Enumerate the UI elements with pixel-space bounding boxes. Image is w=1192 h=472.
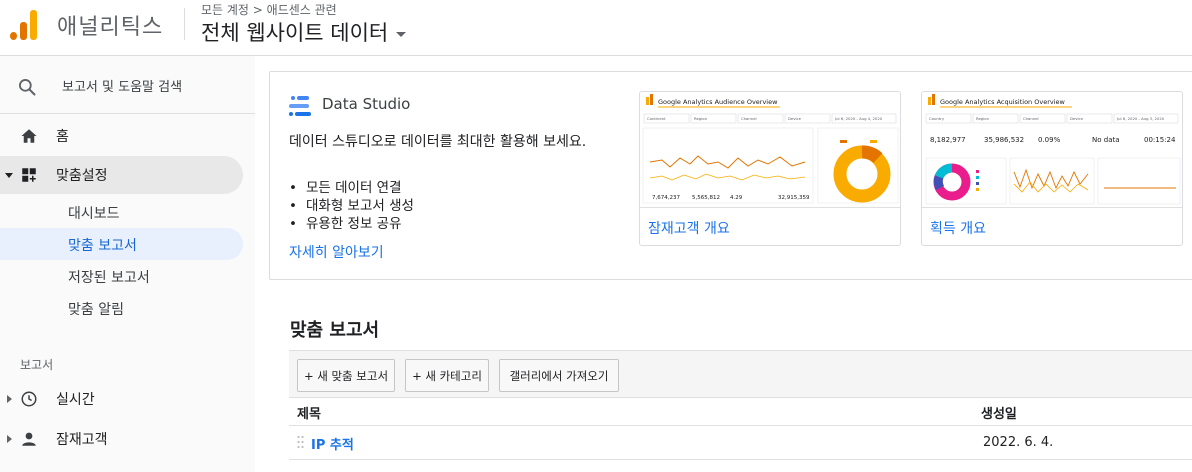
template-caption: 잠재고객 개요 <box>648 221 730 237</box>
template-acquisition-overview[interactable]: Google Analytics Acquisition Overview Co… <box>921 91 1183 246</box>
report-created-date: 2022. 6. 4. <box>983 435 1054 450</box>
preview-filter: Continent <box>647 116 666 121</box>
import-from-gallery-button[interactable]: 갤러리에서 가져오기 <box>499 359 619 392</box>
data-studio-bullets: 모든 데이터 연결 대화형 보고서 생성 유용한 정보 공유 <box>289 179 414 233</box>
list-item: 대화형 보고서 생성 <box>289 197 414 215</box>
learn-more-link[interactable]: 자세히 알아보기 <box>289 242 384 262</box>
search-label: 보고서 및 도움말 검색 <box>62 80 183 95</box>
sidebar-subitem-custom-alerts[interactable]: 맞춤 알림 <box>0 292 243 324</box>
preview-stat: 00:15:24 <box>1144 136 1176 144</box>
home-icon <box>21 129 37 143</box>
sidebar-item-customization[interactable]: 맞춤설정 <box>0 156 243 194</box>
clock-icon <box>21 391 37 407</box>
preview-filter: Device <box>1070 116 1084 121</box>
data-studio-title: Data Studio <box>322 95 411 113</box>
sidebar: 보고서 및 도움말 검색 홈 맞춤설정 대시보드 맞춤 보고서 저장된 보고서 … <box>0 56 255 472</box>
preview-filter: Country <box>929 116 945 121</box>
analytics-logo-icon[interactable] <box>10 8 38 40</box>
column-header-title[interactable]: 제목 <box>297 403 321 422</box>
sidebar-item-home[interactable]: 홈 <box>0 117 243 155</box>
preview-date-range: Jul 6, 2020 - Aug 3, 2020 <box>1116 116 1165 121</box>
top-header: 애널리틱스 모든 계정 > 애드센스 관련 전체 웹사이트 데이터 <box>0 0 1192 56</box>
list-item: 유용한 정보 공유 <box>289 215 414 233</box>
preview-stat: 35,986,532 <box>984 136 1024 144</box>
preview-stat: 7,674,237 <box>652 195 680 201</box>
drag-handle-icon[interactable] <box>297 435 304 449</box>
sidebar-item-label: 잠재고객 <box>56 432 108 448</box>
column-header-created[interactable]: 생성일 <box>981 403 1017 422</box>
preview-stat: 0.09% <box>1038 136 1061 144</box>
header-divider <box>184 8 185 40</box>
preview-filter: Channel <box>1023 116 1039 121</box>
person-icon <box>22 432 36 446</box>
reports-table-header: 제목 생성일 <box>289 398 1192 426</box>
preview-stat: 32,915,359 <box>778 195 810 201</box>
preview-filter: Region <box>694 116 708 121</box>
data-studio-card: Data Studio 데이터 스튜디오로 데이터를 최대한 활용해 보세요. … <box>269 71 1192 280</box>
expand-arrow-icon <box>5 173 13 178</box>
view-selector[interactable]: 전체 웹사이트 데이터 <box>201 17 407 47</box>
sidebar-item-label: 맞춤설정 <box>56 168 108 184</box>
preview-stat: 5,565,812 <box>692 195 720 201</box>
sidebar-item-label: 홈 <box>56 129 69 145</box>
sidebar-subitem-dashboards[interactable]: 대시보드 <box>0 196 243 228</box>
sidebar-subitem-label: 맞춤 보고서 <box>68 238 137 254</box>
sidebar-search[interactable]: 보고서 및 도움말 검색 <box>0 56 255 114</box>
preview-date-range: Jul 6, 2020 - Aug 4, 2020 <box>834 116 883 121</box>
sidebar-item-realtime[interactable]: 실시간 <box>0 380 243 418</box>
expand-arrow-icon <box>7 395 12 403</box>
sidebar-subitem-label: 저장된 보고서 <box>68 270 150 286</box>
expand-arrow-icon <box>7 435 12 443</box>
chevron-down-icon <box>396 31 407 37</box>
template-caption: 획득 개요 <box>930 221 986 237</box>
new-category-button[interactable]: + 새 카테고리 <box>405 359 489 392</box>
preview-stat: 8,182,977 <box>930 136 966 144</box>
app-name: 애널리틱스 <box>57 15 164 40</box>
list-item: 모든 데이터 연결 <box>289 179 414 197</box>
preview-title: Google Analytics Audience Overview <box>658 98 778 106</box>
acquisition-overview-preview: Google Analytics Acquisition Overview Co… <box>922 92 1182 207</box>
sidebar-item-audience[interactable]: 잠재고객 <box>0 420 243 458</box>
breadcrumb[interactable]: 모든 계정 > 애드센스 관련 <box>201 1 337 18</box>
template-audience-overview[interactable]: Google Analytics Audience Overview Conti… <box>639 91 901 246</box>
custom-reports-title: 맞춤 보고서 <box>290 320 380 341</box>
data-studio-logo-icon <box>289 96 311 116</box>
dashboard-customize-icon <box>22 168 36 182</box>
sidebar-item-label: 실시간 <box>56 392 95 408</box>
reports-section-label: 보고서 <box>20 358 54 372</box>
custom-reports-toolbar: + 새 맞춤 보고서 + 새 카테고리 갤러리에서 가져오기 <box>289 350 1192 398</box>
sidebar-subitem-label: 맞춤 알림 <box>68 302 124 318</box>
sidebar-subitem-saved-reports[interactable]: 저장된 보고서 <box>0 260 243 292</box>
new-custom-report-button[interactable]: + 새 맞춤 보고서 <box>297 359 395 392</box>
sidebar-subitem-custom-reports[interactable]: 맞춤 보고서 <box>0 228 243 260</box>
report-title-link[interactable]: IP 추적 <box>311 434 354 453</box>
data-studio-description: 데이터 스튜디오로 데이터를 최대한 활용해 보세요. <box>289 134 587 150</box>
preview-filter: Channel <box>741 116 757 121</box>
search-icon <box>19 79 36 96</box>
view-title: 전체 웹사이트 데이터 <box>201 21 389 45</box>
preview-title: Google Analytics Acquisition Overview <box>940 98 1066 106</box>
preview-filter: Device <box>788 116 802 121</box>
preview-stat: 4.29 <box>730 195 743 201</box>
preview-filter: Region <box>976 116 990 121</box>
sidebar-subitem-label: 대시보드 <box>68 206 120 222</box>
table-row: IP 추적 2022. 6. 4. <box>289 426 1192 460</box>
preview-stat: No data <box>1092 136 1120 144</box>
audience-overview-preview: Google Analytics Audience Overview Conti… <box>640 92 900 207</box>
